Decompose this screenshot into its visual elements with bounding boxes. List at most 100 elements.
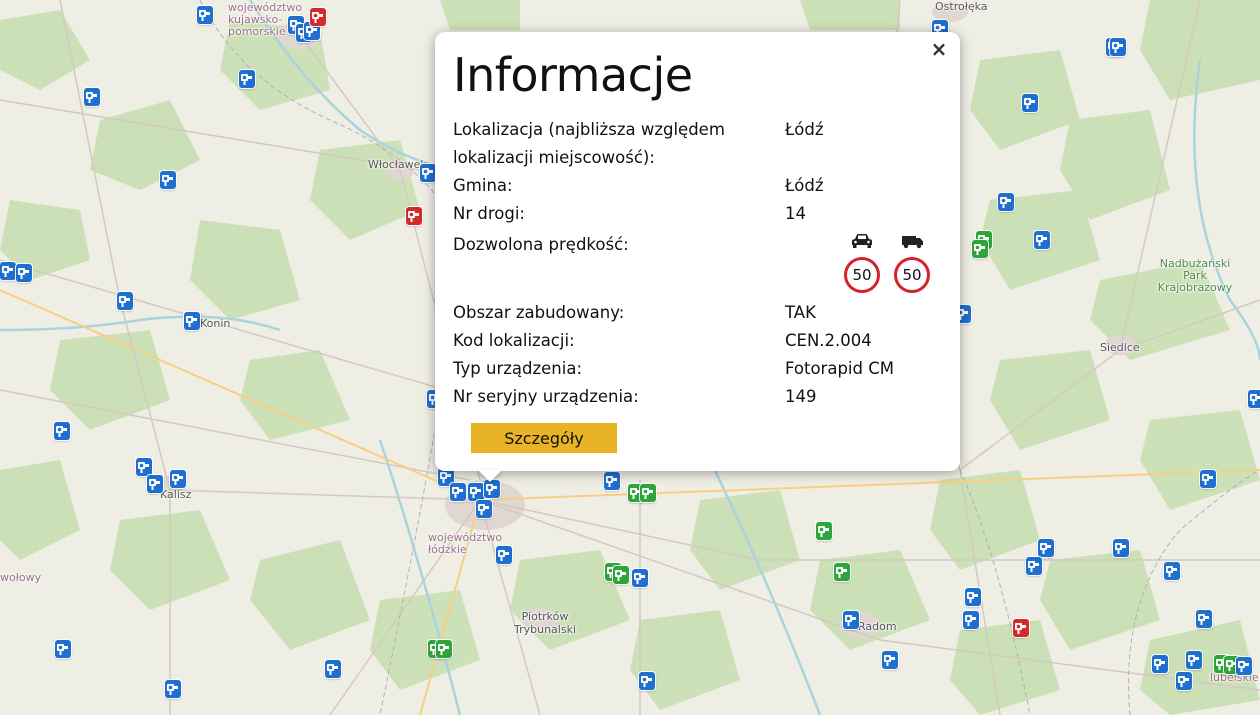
speed-camera-marker[interactable]	[1236, 657, 1252, 675]
speed-camera-marker[interactable]	[1248, 390, 1260, 408]
speed-camera-icon	[327, 664, 338, 675]
row-dozwolona-predkosc: Dozwolona prędkość: 50 50	[453, 231, 948, 301]
speed-camera-icon	[1112, 42, 1123, 53]
speed-camera-marker[interactable]	[197, 6, 213, 24]
speed-camera-marker[interactable]	[1113, 539, 1129, 557]
speed-camera-marker[interactable]	[1152, 655, 1168, 673]
speed-camera-icon	[149, 479, 160, 490]
speed-camera-marker[interactable]	[117, 292, 133, 310]
speed-camera-icon	[1000, 197, 1011, 208]
speed-camera-marker[interactable]	[54, 422, 70, 440]
speed-camera-marker[interactable]	[632, 569, 648, 587]
speed-camera-marker[interactable]	[310, 8, 326, 26]
speed-camera-marker[interactable]	[640, 484, 656, 502]
speed-camera-marker[interactable]	[972, 240, 988, 258]
map-label-konin: Konin	[200, 317, 231, 330]
speed-camera-icon	[56, 426, 67, 437]
speed-camera-marker[interactable]	[1026, 557, 1042, 575]
speed-camera-marker[interactable]	[84, 88, 100, 106]
speed-camera-icon	[836, 567, 847, 578]
speed-camera-marker[interactable]	[1164, 562, 1180, 580]
popup-title: Informacje	[453, 48, 693, 102]
speed-camera-marker[interactable]	[1186, 651, 1202, 669]
speed-camera-icon	[241, 74, 252, 85]
speed-camera-marker[interactable]	[184, 312, 200, 330]
map-label-wloclawek: Włocławek	[368, 158, 427, 171]
speed-camera-marker[interactable]	[998, 193, 1014, 211]
speed-camera-marker[interactable]	[496, 546, 512, 564]
speed-camera-marker[interactable]	[1200, 470, 1216, 488]
speed-camera-icon	[470, 487, 481, 498]
speed-camera-marker[interactable]	[965, 588, 981, 606]
speed-camera-icon	[634, 573, 645, 584]
speed-camera-marker[interactable]	[1196, 610, 1212, 628]
row-dozwolona-predkosc-label: Dozwolona prędkość:	[453, 235, 629, 254]
row-typ-value: Fotorapid CM	[785, 359, 894, 378]
speed-camera-icon	[18, 268, 29, 279]
speed-camera-icon	[1015, 623, 1026, 634]
speed-camera-icon	[1040, 543, 1051, 554]
close-button[interactable]: ×	[930, 38, 948, 60]
speed-camera-marker[interactable]	[0, 262, 16, 280]
speed-camera-marker[interactable]	[476, 500, 492, 518]
speed-camera-icon	[1115, 543, 1126, 554]
speed-camera-marker[interactable]	[1176, 672, 1192, 690]
car-icon	[852, 234, 872, 248]
speed-camera-icon	[312, 12, 323, 23]
speed-camera-marker[interactable]	[639, 672, 655, 690]
speed-camera-marker[interactable]	[160, 171, 176, 189]
speed-camera-icon	[1238, 661, 1249, 672]
row-obszar-label: Obszar zabudowany:	[453, 303, 625, 322]
speed-camera-marker[interactable]	[165, 680, 181, 698]
speed-camera-marker[interactable]	[816, 522, 832, 540]
speed-camera-marker[interactable]	[406, 207, 422, 225]
speed-camera-marker[interactable]	[882, 651, 898, 669]
speed-camera-marker[interactable]	[613, 566, 629, 584]
speed-camera-icon	[1188, 655, 1199, 666]
speed-camera-marker[interactable]	[1038, 539, 1054, 557]
speed-limit-car-sign: 50	[844, 257, 880, 293]
speed-camera-icon	[974, 244, 985, 255]
row-nr-seryjny-value: 149	[785, 387, 817, 406]
speed-camera-marker[interactable]	[239, 70, 255, 88]
speed-camera-marker[interactable]	[1034, 231, 1050, 249]
speed-camera-marker[interactable]	[843, 611, 859, 629]
map-label-siedlce: Siedlce	[1100, 341, 1140, 354]
speed-camera-marker[interactable]	[1022, 94, 1038, 112]
speed-camera-marker[interactable]	[484, 480, 500, 498]
speed-camera-marker[interactable]	[147, 475, 163, 493]
speed-camera-marker[interactable]	[1110, 38, 1126, 56]
speed-camera-marker[interactable]	[325, 660, 341, 678]
speed-camera-icon	[86, 92, 97, 103]
row-lokalizacja-label: Lokalizacja (najbliższa względem lokaliz…	[453, 120, 725, 167]
truck-icon	[902, 236, 923, 249]
row-obszar-value: TAK	[785, 303, 816, 322]
speed-camera-icon	[818, 526, 829, 537]
row-nr-drogi: Nr drogi: 14	[453, 200, 948, 228]
speed-camera-marker[interactable]	[1013, 619, 1029, 637]
speed-camera-marker[interactable]	[436, 640, 452, 658]
speed-camera-icon	[1154, 659, 1165, 670]
speed-camera-marker[interactable]	[170, 470, 186, 488]
speed-camera-marker[interactable]	[468, 483, 484, 501]
speed-camera-marker[interactable]	[604, 472, 620, 490]
speed-camera-icon	[478, 504, 489, 515]
info-popup: × Informacje Lokalizacja (najbliższa wzg…	[435, 32, 960, 471]
speed-camera-icon	[422, 168, 433, 179]
speed-camera-marker[interactable]	[55, 640, 71, 658]
speed-camera-marker[interactable]	[834, 563, 850, 581]
row-typ-urzadzenia: Typ urządzenia: Fotorapid CM	[453, 355, 948, 383]
row-gmina: Gmina: Łódź	[453, 172, 948, 200]
speed-truck: 50	[892, 233, 932, 293]
row-kod-label: Kod lokalizacji:	[453, 331, 575, 350]
speed-camera-icon	[967, 592, 978, 603]
map-label-piotrkow: Piotrków Trybunalski	[513, 610, 576, 636]
speed-camera-marker[interactable]	[963, 611, 979, 629]
speed-camera-marker[interactable]	[420, 164, 436, 182]
speed-camera-icon	[138, 462, 149, 473]
speed-camera-marker[interactable]	[136, 458, 152, 476]
row-nr-seryjny: Nr seryjny urządzenia: 149	[453, 383, 948, 411]
speed-camera-marker[interactable]	[16, 264, 32, 282]
details-button[interactable]: Szczegóły	[471, 423, 617, 453]
speed-camera-marker[interactable]	[450, 483, 466, 501]
